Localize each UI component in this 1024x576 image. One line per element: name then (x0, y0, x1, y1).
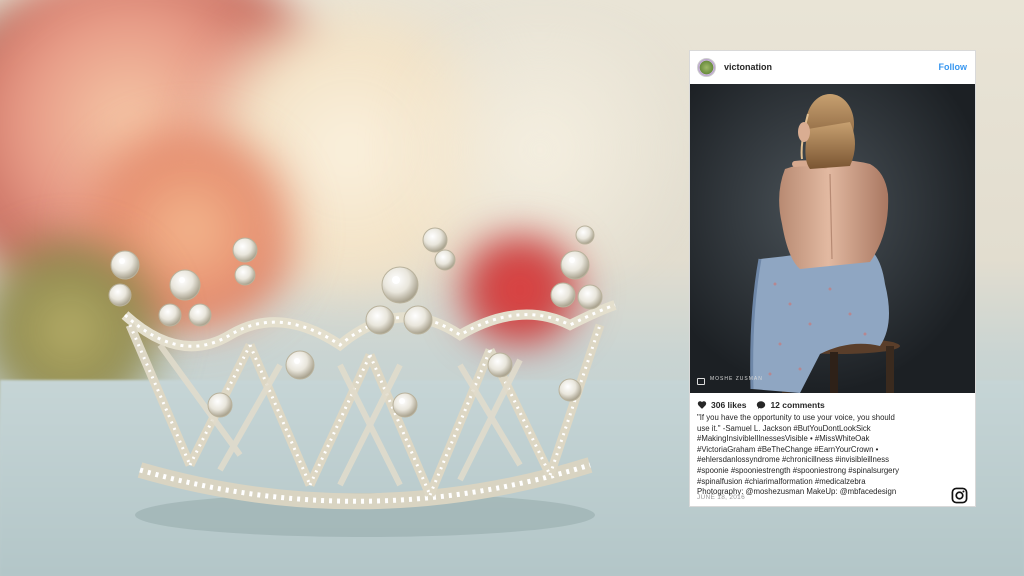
avatar[interactable] (697, 58, 716, 77)
heart-icon[interactable] (697, 400, 707, 410)
instagram-logo-icon[interactable] (951, 487, 968, 504)
caption-line: "If you have the opportunity to use your… (697, 413, 895, 422)
username[interactable]: victonation (724, 62, 772, 72)
caption-line: #VictoriaGraham #BeTheChange #EarnYourCr… (697, 444, 879, 454)
comment-icon[interactable] (756, 400, 766, 410)
camera-icon (697, 378, 705, 385)
likes-count[interactable]: 306 likes (711, 400, 746, 410)
comments-count[interactable]: 12 comments (770, 400, 824, 410)
tiara-image (100, 215, 630, 545)
post-actions: 306 likes 12 comments (697, 400, 825, 410)
caption-line: #spinalfusion #chiarimalformation #medic… (697, 476, 866, 486)
follow-button[interactable]: Follow (939, 62, 968, 72)
post-header: victonation Follow (690, 51, 975, 84)
caption-line: #MakingInsivibleIllnessesVisible • #Miss… (697, 434, 870, 444)
caption-line: #spoonie #spooniestrength #spooniestrong… (697, 465, 899, 475)
post-date: JUNE 18, 2016 (697, 494, 745, 501)
photo-watermark: MOSHE ZUSMAN (710, 376, 763, 382)
post-caption: "If you have the opportunity to use your… (697, 413, 969, 498)
post-photo[interactable]: MOSHE ZUSMAN (690, 84, 975, 393)
caption-line: #ehlersdanlossyndrome #chronicillness #i… (697, 455, 889, 465)
caption-line: use it." -Samuel L. Jackson #ButYouDontL… (697, 423, 871, 433)
instagram-post-card: victonation Follow MOSHE ZUSMAN 306 like… (689, 50, 976, 507)
